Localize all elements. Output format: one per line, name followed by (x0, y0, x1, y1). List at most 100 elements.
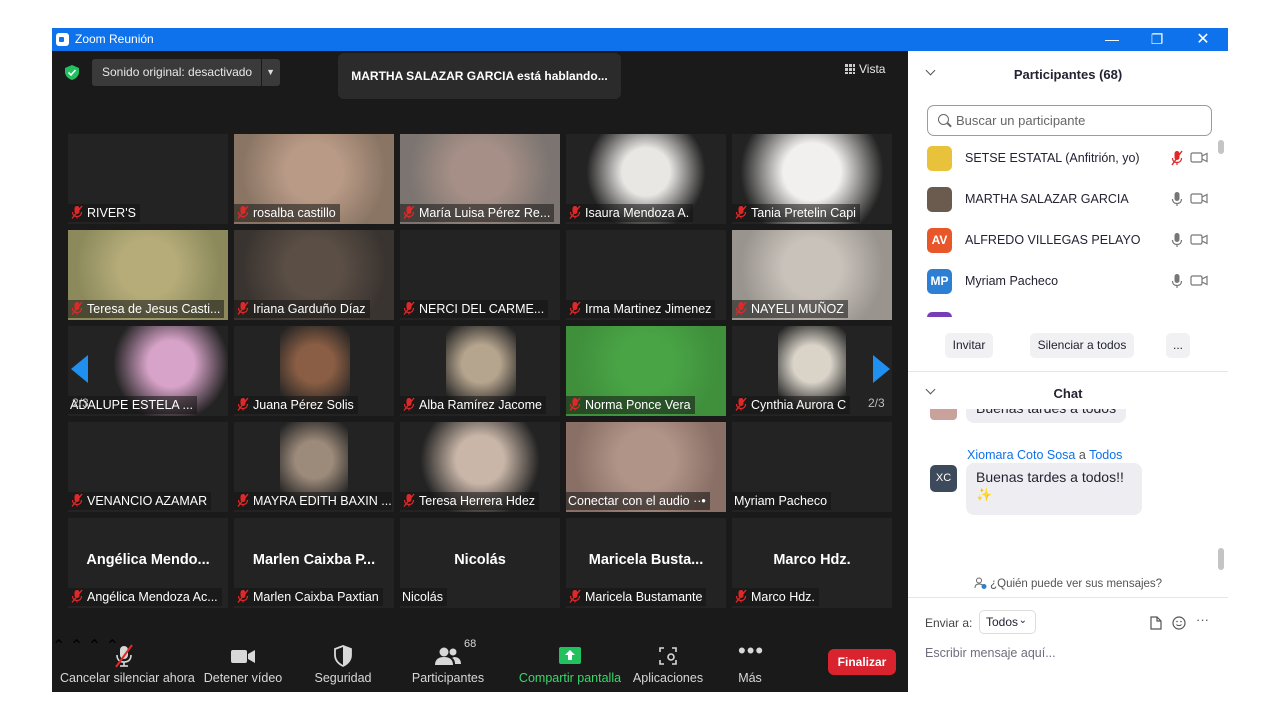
unmute-button[interactable]: Cancelar silenciar ahora (60, 636, 195, 692)
participant-name-label: Conectar con el audio ··• (566, 492, 710, 510)
chat-message-bubble: Buenas tardes a todos (966, 409, 1127, 423)
chat-message-header: Xiomara Coto Sosa a Todos (967, 448, 1122, 462)
next-page-arrow-icon[interactable] (873, 355, 890, 383)
muted-microphone-icon (734, 397, 748, 411)
close-button[interactable]: ✕ (1183, 30, 1223, 49)
participant-video-tile[interactable]: Tania Pretelin Capi (732, 134, 892, 224)
participant-name-label: VENANCIO AZAMAR (68, 492, 212, 510)
participant-video-tile[interactable]: María Luisa Pérez Re... (400, 134, 560, 224)
participants-label: Participantes (411, 671, 485, 685)
muted-microphone-icon (734, 589, 748, 603)
participant-video-tile[interactable]: Marco Hdz. Marco Hdz. (732, 518, 892, 608)
previous-page-arrow-icon[interactable] (71, 355, 88, 383)
participants-count: 68 (464, 638, 477, 650)
chat-recipient-name[interactable]: Todos (1089, 448, 1122, 462)
participant-video-tile[interactable]: NAYELI MUÑOZ (732, 230, 892, 320)
participant-name: rosalba castillo (253, 206, 336, 220)
participant-row[interactable]: MARTHA SALAZAR GARCIA (927, 180, 1212, 221)
file-icon[interactable] (1150, 616, 1162, 630)
participant-row[interactable]: SETSE ESTATAL (Anfitrión, yo) (927, 139, 1212, 180)
participant-name-label: Teresa de Jesus Casti... (68, 300, 225, 318)
participant-row[interactable]: MP Myriam Pacheco (927, 262, 1212, 303)
who-can-see-messages-link[interactable]: ¿Quién puede ver sus mensajes? (908, 577, 1228, 590)
restore-button[interactable]: ❐ (1137, 30, 1177, 49)
scrollbar-thumb[interactable] (1218, 548, 1224, 570)
dropdown-separator (261, 59, 262, 86)
chat-scrollbar[interactable] (1218, 446, 1224, 572)
emoji-icon[interactable] (1172, 616, 1186, 630)
participant-video-tile[interactable]: ADALUPE ESTELA ... (68, 326, 228, 416)
chat-message-input[interactable] (925, 643, 1215, 663)
participant-name-label: Angélica Mendoza Ac... (68, 588, 222, 606)
participant-video-tile[interactable]: Nicolás Nicolás (400, 518, 560, 608)
participant-video-tile[interactable]: NERCI DEL CARME... (400, 230, 560, 320)
chevron-down-icon: ⌄ (1018, 615, 1027, 626)
participant-name: MAYRA EDITH BAXIN ... (253, 494, 392, 508)
participant-name-label: María Luisa Pérez Re... (400, 204, 555, 222)
participant-name-label: Maricela Bustamante (566, 588, 707, 606)
participant-video-tile[interactable]: Juana Pérez Solis (234, 326, 394, 416)
participant-scrollbar[interactable] (1218, 140, 1224, 318)
chat-sender-name[interactable]: Xiomara Coto Sosa (967, 448, 1075, 462)
microphone-icon[interactable] (1170, 232, 1184, 248)
participants-button[interactable]: 68 Participantes (408, 636, 488, 692)
participant-search-input[interactable]: Buscar un participante (927, 105, 1212, 136)
participant-video-tile[interactable]: Conectar con el audio ··• (566, 422, 726, 512)
avatar (927, 146, 952, 171)
apps-icon (659, 647, 677, 665)
caret-down-icon[interactable]: ▼ (266, 59, 275, 86)
participant-video-tile[interactable]: Teresa Herrera Hdez (400, 422, 560, 512)
participant-video-tile[interactable]: Marlen Caixba P... Marlen Caixba Paxtian (234, 518, 394, 608)
participants-header: Participantes (68) (1013, 67, 1123, 82)
participant-video-tile[interactable]: Alba Ramírez Jacome (400, 326, 560, 416)
participant-name: Marco Hdz. (751, 590, 815, 604)
participant-name-label: Cynthia Aurora C (732, 396, 851, 414)
participant-video-tile[interactable]: rosalba castillo (234, 134, 394, 224)
participant-video-tile[interactable]: VENANCIO AZAMAR (68, 422, 228, 512)
participant-video-tile[interactable]: Isaura Mendoza A. (566, 134, 726, 224)
original-sound-label: Sonido original: desactivado (102, 65, 253, 79)
muted-microphone-icon (115, 644, 133, 668)
participant-row[interactable]: AV ALFREDO VILLEGAS PELAYO (927, 221, 1212, 262)
view-button[interactable]: Vista (845, 62, 885, 76)
participant-display-name: Marco Hdz. (773, 552, 851, 568)
participant-video-tile[interactable]: Teresa de Jesus Casti... (68, 230, 228, 320)
video-camera-icon[interactable] (1190, 151, 1208, 164)
participant-video-tile[interactable]: Norma Ponce Vera (566, 326, 726, 416)
participant-video-tile[interactable]: MAYRA EDITH BAXIN ... (234, 422, 394, 512)
mute-all-button[interactable]: Silenciar a todos (1030, 333, 1134, 358)
participants-more-button[interactable]: ... (1166, 333, 1190, 358)
muted-microphone-icon (70, 589, 84, 603)
participant-name: ALFREDO VILLEGAS PELAYO (965, 233, 1141, 247)
video-camera-icon[interactable] (1190, 274, 1208, 287)
encryption-shield-icon[interactable] (65, 65, 79, 80)
scrollbar-thumb[interactable] (1218, 140, 1224, 154)
end-meeting-button[interactable]: Finalizar (828, 649, 896, 675)
invite-button[interactable]: Invitar (945, 333, 993, 358)
participant-video-tile[interactable]: Angélica Mendo... Angélica Mendoza Ac... (68, 518, 228, 608)
side-panel: Participantes (68) Buscar un participant… (908, 51, 1228, 692)
participant-video-tile[interactable]: RIVER'S (68, 134, 228, 224)
original-sound-dropdown[interactable]: Sonido original: desactivado ▼ (92, 59, 280, 86)
minimize-button[interactable]: — (1092, 30, 1132, 49)
microphone-icon[interactable] (1170, 191, 1184, 207)
share-screen-icon (559, 647, 581, 664)
security-button[interactable]: Seguridad (308, 636, 378, 692)
participant-video-tile[interactable]: Irma Martinez Jimenez (566, 230, 726, 320)
video-camera-icon[interactable] (1190, 233, 1208, 246)
participant-video-tile[interactable]: Iriana Garduño Díaz (234, 230, 394, 320)
muted-microphone-icon (402, 301, 416, 315)
participant-name: NAYELI MUÑOZ (751, 302, 844, 316)
more-button[interactable]: ••• Más (730, 636, 770, 692)
send-to-dropdown[interactable]: Todos ⌄ (979, 610, 1036, 634)
muted-microphone-icon (402, 205, 416, 219)
participant-video-tile[interactable]: Maricela Busta... Maricela Bustamante (566, 518, 726, 608)
muted-microphone-icon[interactable] (1170, 150, 1184, 166)
microphone-icon[interactable] (1170, 273, 1184, 289)
stop-video-button[interactable]: Detener vídeo (200, 636, 286, 692)
video-camera-icon[interactable] (1190, 192, 1208, 205)
share-screen-button[interactable]: Compartir pantalla (518, 636, 622, 692)
participant-video-tile[interactable]: Myriam Pacheco (732, 422, 892, 512)
chat-more-icon[interactable]: ··· (1196, 612, 1209, 627)
apps-button[interactable]: Aplicaciones (632, 636, 704, 692)
